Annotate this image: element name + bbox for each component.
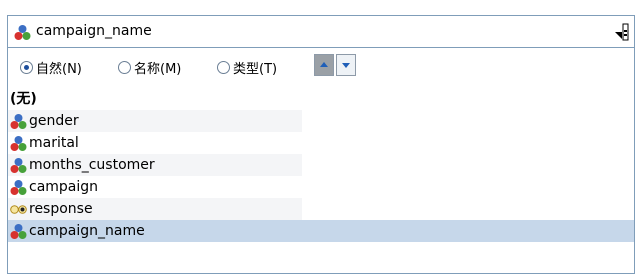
- field-list: (无) gender marital months_customer campa…: [8, 88, 634, 242]
- sort-toolbar: 自然(N) 名称(M) 类型(T): [8, 48, 634, 86]
- sort-descending-icon: [342, 63, 350, 68]
- list-item-gender[interactable]: gender: [8, 110, 302, 132]
- list-item-label: campaign: [29, 179, 99, 195]
- radio-unchecked-icon: [217, 61, 230, 74]
- list-item-response[interactable]: response: [8, 198, 302, 220]
- sort-ascending-icon: [320, 62, 328, 67]
- set-field-icon: [10, 113, 27, 130]
- sort-natural-radio[interactable]: 自然(N): [20, 58, 82, 77]
- radio-checked-icon: [20, 61, 33, 74]
- sort-descending-button[interactable]: [336, 54, 356, 76]
- list-item-label: marital: [29, 135, 79, 151]
- list-item-months-customer[interactable]: months_customer: [8, 154, 302, 176]
- set-field-icon: [10, 157, 27, 174]
- sort-type-radio[interactable]: 类型(T): [217, 58, 277, 77]
- list-item-label: gender: [29, 113, 79, 129]
- flag-field-icon: [10, 201, 27, 218]
- list-item-label: (无): [10, 91, 37, 107]
- set-field-icon: [10, 223, 27, 240]
- list-item-label: response: [29, 201, 93, 217]
- radio-unchecked-icon: [118, 61, 131, 74]
- set-field-icon: [14, 24, 31, 41]
- sort-natural-label: 自然(N): [36, 62, 82, 77]
- sort-type-label: 类型(T): [233, 62, 278, 77]
- list-item-label: months_customer: [29, 157, 155, 173]
- list-item-campaign-name[interactable]: campaign_name: [8, 220, 634, 242]
- field-selector-combobox[interactable]: campaign_name: [7, 15, 635, 48]
- sort-name-label: 名称(M): [134, 62, 182, 77]
- set-field-icon: [10, 135, 27, 152]
- field-list-dropdown: 自然(N) 名称(M) 类型(T) (无) gender marital mon…: [7, 48, 635, 274]
- set-field-icon: [10, 179, 27, 196]
- dropdown-arrow-icon[interactable]: [612, 22, 632, 42]
- list-item-label: campaign_name: [29, 223, 145, 239]
- list-item-none[interactable]: (无): [8, 88, 634, 110]
- sort-name-radio[interactable]: 名称(M): [118, 58, 181, 77]
- sort-ascending-button[interactable]: [314, 54, 334, 76]
- list-item-marital[interactable]: marital: [8, 132, 634, 154]
- list-item-campaign[interactable]: campaign: [8, 176, 634, 198]
- selected-field-value: campaign_name: [36, 23, 152, 39]
